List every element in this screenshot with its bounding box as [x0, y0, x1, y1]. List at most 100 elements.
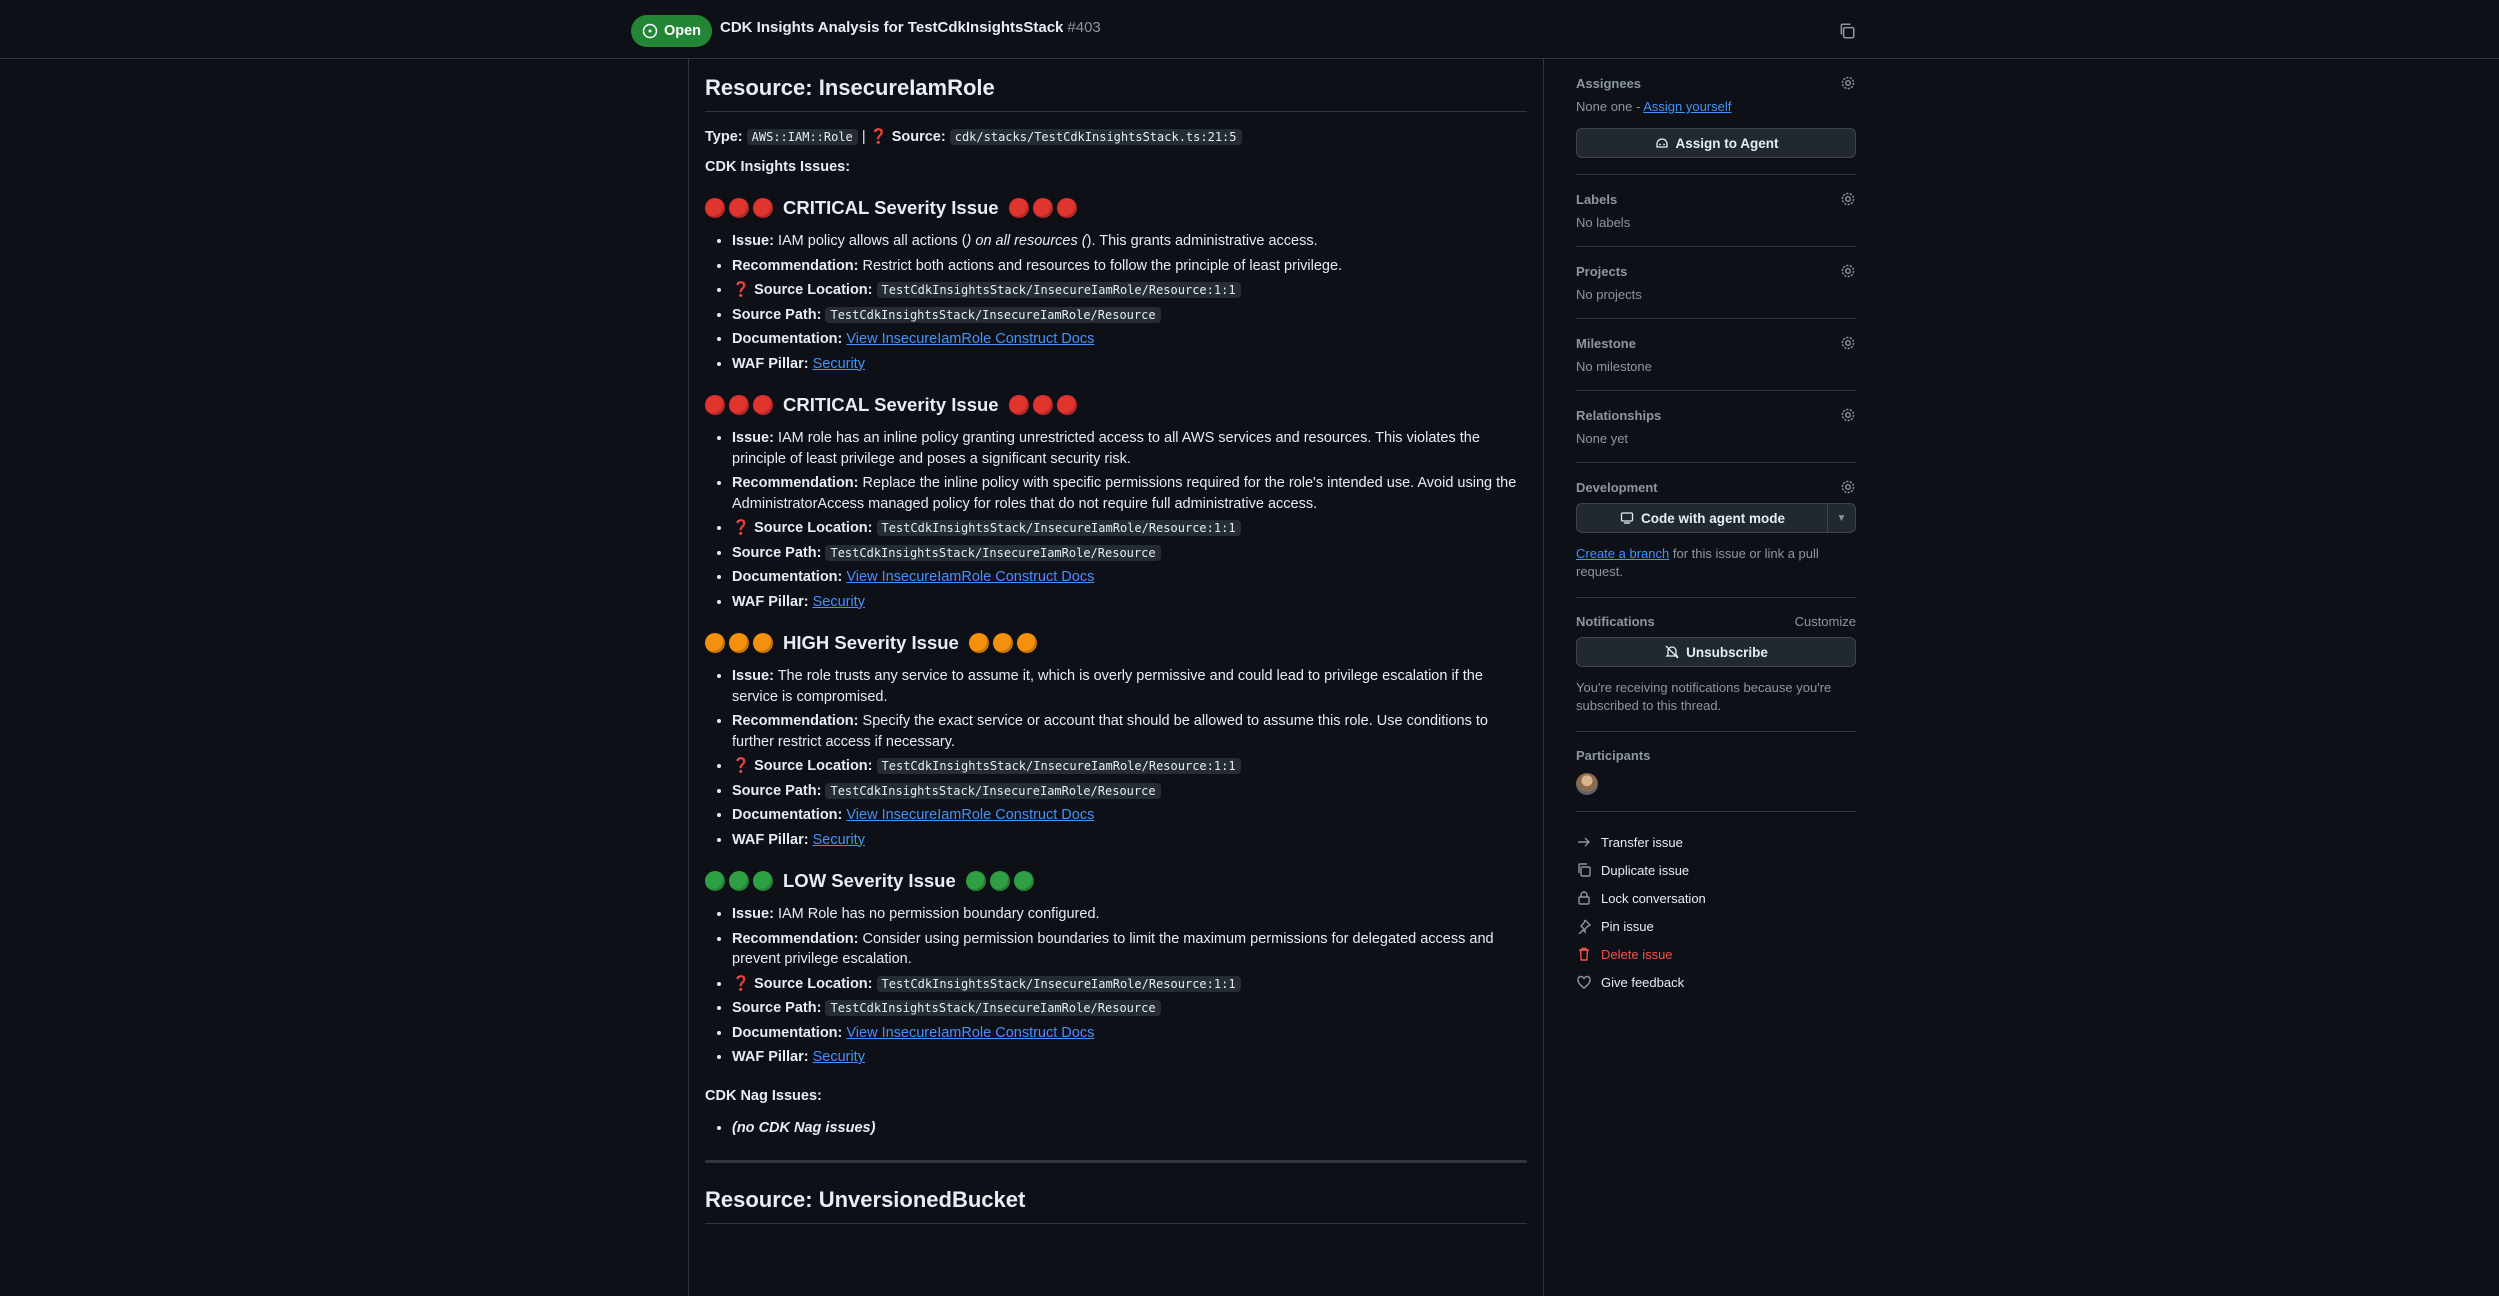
severity-title: CRITICAL Severity Issue — [783, 394, 999, 415]
question-icon: ❓ — [732, 282, 751, 298]
duplicate-issue-action[interactable]: Duplicate issue — [1576, 856, 1856, 884]
severity-title: HIGH Severity Issue — [783, 632, 959, 653]
list-item: ❓Source Location: TestCdkInsightsStack/I… — [732, 280, 1527, 301]
gear-icon[interactable] — [1840, 191, 1856, 207]
waf-pillar-link[interactable]: Security — [813, 356, 865, 372]
participants-label: Participants — [1576, 748, 1651, 763]
gear-icon[interactable] — [1840, 75, 1856, 91]
documentation-label: Documentation: — [732, 1024, 843, 1041]
gear-icon[interactable] — [1840, 335, 1856, 351]
projects-section: Projects No projects — [1576, 263, 1856, 319]
waf-pillar-label: WAF Pillar: — [732, 355, 809, 372]
assign-to-agent-button[interactable]: Assign to Agent — [1576, 128, 1856, 158]
labels-value: No labels — [1576, 215, 1631, 230]
pin-issue-label: Pin issue — [1601, 918, 1654, 934]
milestone-header: Milestone — [1576, 335, 1856, 351]
low-dots-icon — [965, 871, 1034, 891]
documentation-link[interactable]: View InsecureIamRole Construct Docs — [846, 807, 1094, 823]
waf-pillar-link[interactable]: Security — [813, 832, 865, 848]
issue-open-icon — [642, 23, 658, 39]
issue-details: Issue: The role trusts any service to as… — [705, 666, 1527, 850]
documentation-link[interactable]: View InsecureIamRole Construct Docs — [846, 1025, 1094, 1041]
customize-link[interactable]: Customize — [1795, 614, 1856, 629]
unsubscribe-button[interactable]: Unsubscribe — [1576, 637, 1856, 667]
recommendation-label: Recommendation: — [732, 475, 859, 491]
give-feedback-action[interactable]: Give feedback — [1576, 968, 1856, 996]
source-path-label: Source Path: — [732, 782, 822, 799]
list-item: Recommendation: Restrict both actions an… — [732, 256, 1527, 277]
waf-pillar-link[interactable]: Security — [813, 1049, 865, 1065]
list-item: Recommendation: Specify the exact servic… — [732, 711, 1527, 752]
list-item: WAF Pillar: Security — [732, 1047, 1527, 1068]
heart-icon — [1577, 975, 1591, 989]
list-item: Source Path: TestCdkInsightsStack/Insecu… — [732, 998, 1527, 1019]
status-label: Open — [663, 23, 702, 39]
list-item: Issue: IAM policy allows all actions () … — [732, 231, 1527, 252]
sticky-header: Open CDK Insights Analysis for TestCdkIn… — [0, 0, 2499, 59]
list-item: Documentation: View InsecureIamRole Cons… — [732, 805, 1527, 826]
waf-pillar-label: WAF Pillar: — [732, 831, 809, 848]
issue-label: Issue: — [732, 430, 774, 446]
delete-issue-label: Delete issue — [1601, 946, 1673, 962]
list-item: WAF Pillar: Security — [732, 354, 1527, 375]
issue-text: IAM role has an inline policy granting u… — [732, 430, 1480, 467]
copy-icon[interactable] — [1838, 22, 1856, 40]
code-with-agent-label: Code with agent mode — [1640, 510, 1785, 526]
issue-label: Issue: — [732, 906, 774, 922]
avatar[interactable] — [1576, 773, 1598, 795]
severity-title: CRITICAL Severity Issue — [783, 197, 999, 218]
issue-sidebar: Assignees None one - Assign yourself Ass… — [1576, 75, 1856, 996]
source-location-value: TestCdkInsightsStack/InsecureIamRole/Res… — [876, 758, 1241, 774]
source-location-value: TestCdkInsightsStack/InsecureIamRole/Res… — [876, 282, 1241, 298]
list-item: Issue: IAM Role has no permission bounda… — [732, 904, 1527, 925]
source-path-value: TestCdkInsightsStack/InsecureIamRole/Res… — [825, 1000, 1161, 1016]
development-label: Development — [1576, 479, 1658, 495]
gear-icon[interactable] — [1840, 407, 1856, 423]
duplicate-icon — [1578, 863, 1591, 877]
assignees-value: None one - Assign yourself — [1576, 99, 1856, 114]
source-location-label: Source Location: — [754, 282, 873, 298]
assignees-section: Assignees None one - Assign yourself Ass… — [1576, 75, 1856, 175]
nag-issues-label: CDK Nag Issues: — [705, 1087, 822, 1104]
create-branch-link[interactable]: Create a branch — [1576, 546, 1669, 561]
recommendation-text: Restrict both actions and resources to f… — [862, 257, 1343, 274]
list-item: ❓Source Location: TestCdkInsightsStack/I… — [732, 974, 1527, 995]
recommendation-label: Recommendation: — [732, 713, 859, 729]
delete-issue-action[interactable]: Delete issue — [1576, 940, 1856, 968]
lock-conversation-action[interactable]: Lock conversation — [1576, 884, 1856, 912]
resource-divider — [705, 1160, 1527, 1163]
list-item: Recommendation: Replace the inline polic… — [732, 473, 1527, 514]
development-note: Create a branch for this issue or link a… — [1576, 545, 1856, 581]
milestone-section: Milestone No milestone — [1576, 335, 1856, 391]
gear-icon[interactable] — [1840, 479, 1856, 495]
pin-icon — [1578, 919, 1592, 934]
severity-heading: CRITICAL Severity Issue — [705, 197, 1527, 219]
give-feedback-label: Give feedback — [1601, 974, 1685, 990]
assign-yourself-link[interactable]: Assign yourself — [1643, 99, 1731, 114]
chevron-down-icon[interactable]: ▼ — [1828, 503, 1856, 533]
gear-icon[interactable] — [1840, 263, 1856, 279]
transfer-issue-action[interactable]: Transfer issue — [1576, 828, 1856, 856]
type-value: AWS::IAM::Role — [746, 129, 858, 145]
copilot-icon — [1655, 138, 1668, 148]
list-item: WAF Pillar: Security — [732, 830, 1527, 851]
waf-pillar-link[interactable]: Security — [813, 594, 865, 610]
documentation-link[interactable]: View InsecureIamRole Construct Docs — [846, 569, 1094, 585]
development-header: Development — [1576, 479, 1856, 495]
relationships-section: Relationships None yet — [1576, 407, 1856, 463]
high-dots-icon — [968, 633, 1037, 653]
pin-issue-action[interactable]: Pin issue — [1576, 912, 1856, 940]
source-path-label: Source Path: — [732, 306, 822, 323]
list-item: (no CDK Nag issues) — [732, 1118, 1527, 1139]
issue-label: Issue: — [732, 668, 774, 684]
code-with-agent-button[interactable]: Code with agent mode — [1576, 503, 1828, 533]
issue-title: CDK Insights Analysis for TestCdkInsight… — [720, 19, 1101, 36]
source-location-value: TestCdkInsightsStack/InsecureIamRole/Res… — [876, 520, 1241, 536]
content-sidebar-divider — [1543, 59, 1544, 1296]
issue-text: IAM policy allows all actions ( — [777, 233, 967, 249]
notifications-section: Notifications Customize Unsubscribe You'… — [1576, 614, 1856, 732]
assign-to-agent-label: Assign to Agent — [1675, 135, 1779, 151]
source-path-value: TestCdkInsightsStack/InsecureIamRole/Res… — [825, 782, 1161, 799]
source-location-label: Source Location: — [754, 975, 873, 992]
documentation-link[interactable]: View InsecureIamRole Construct Docs — [846, 331, 1094, 347]
